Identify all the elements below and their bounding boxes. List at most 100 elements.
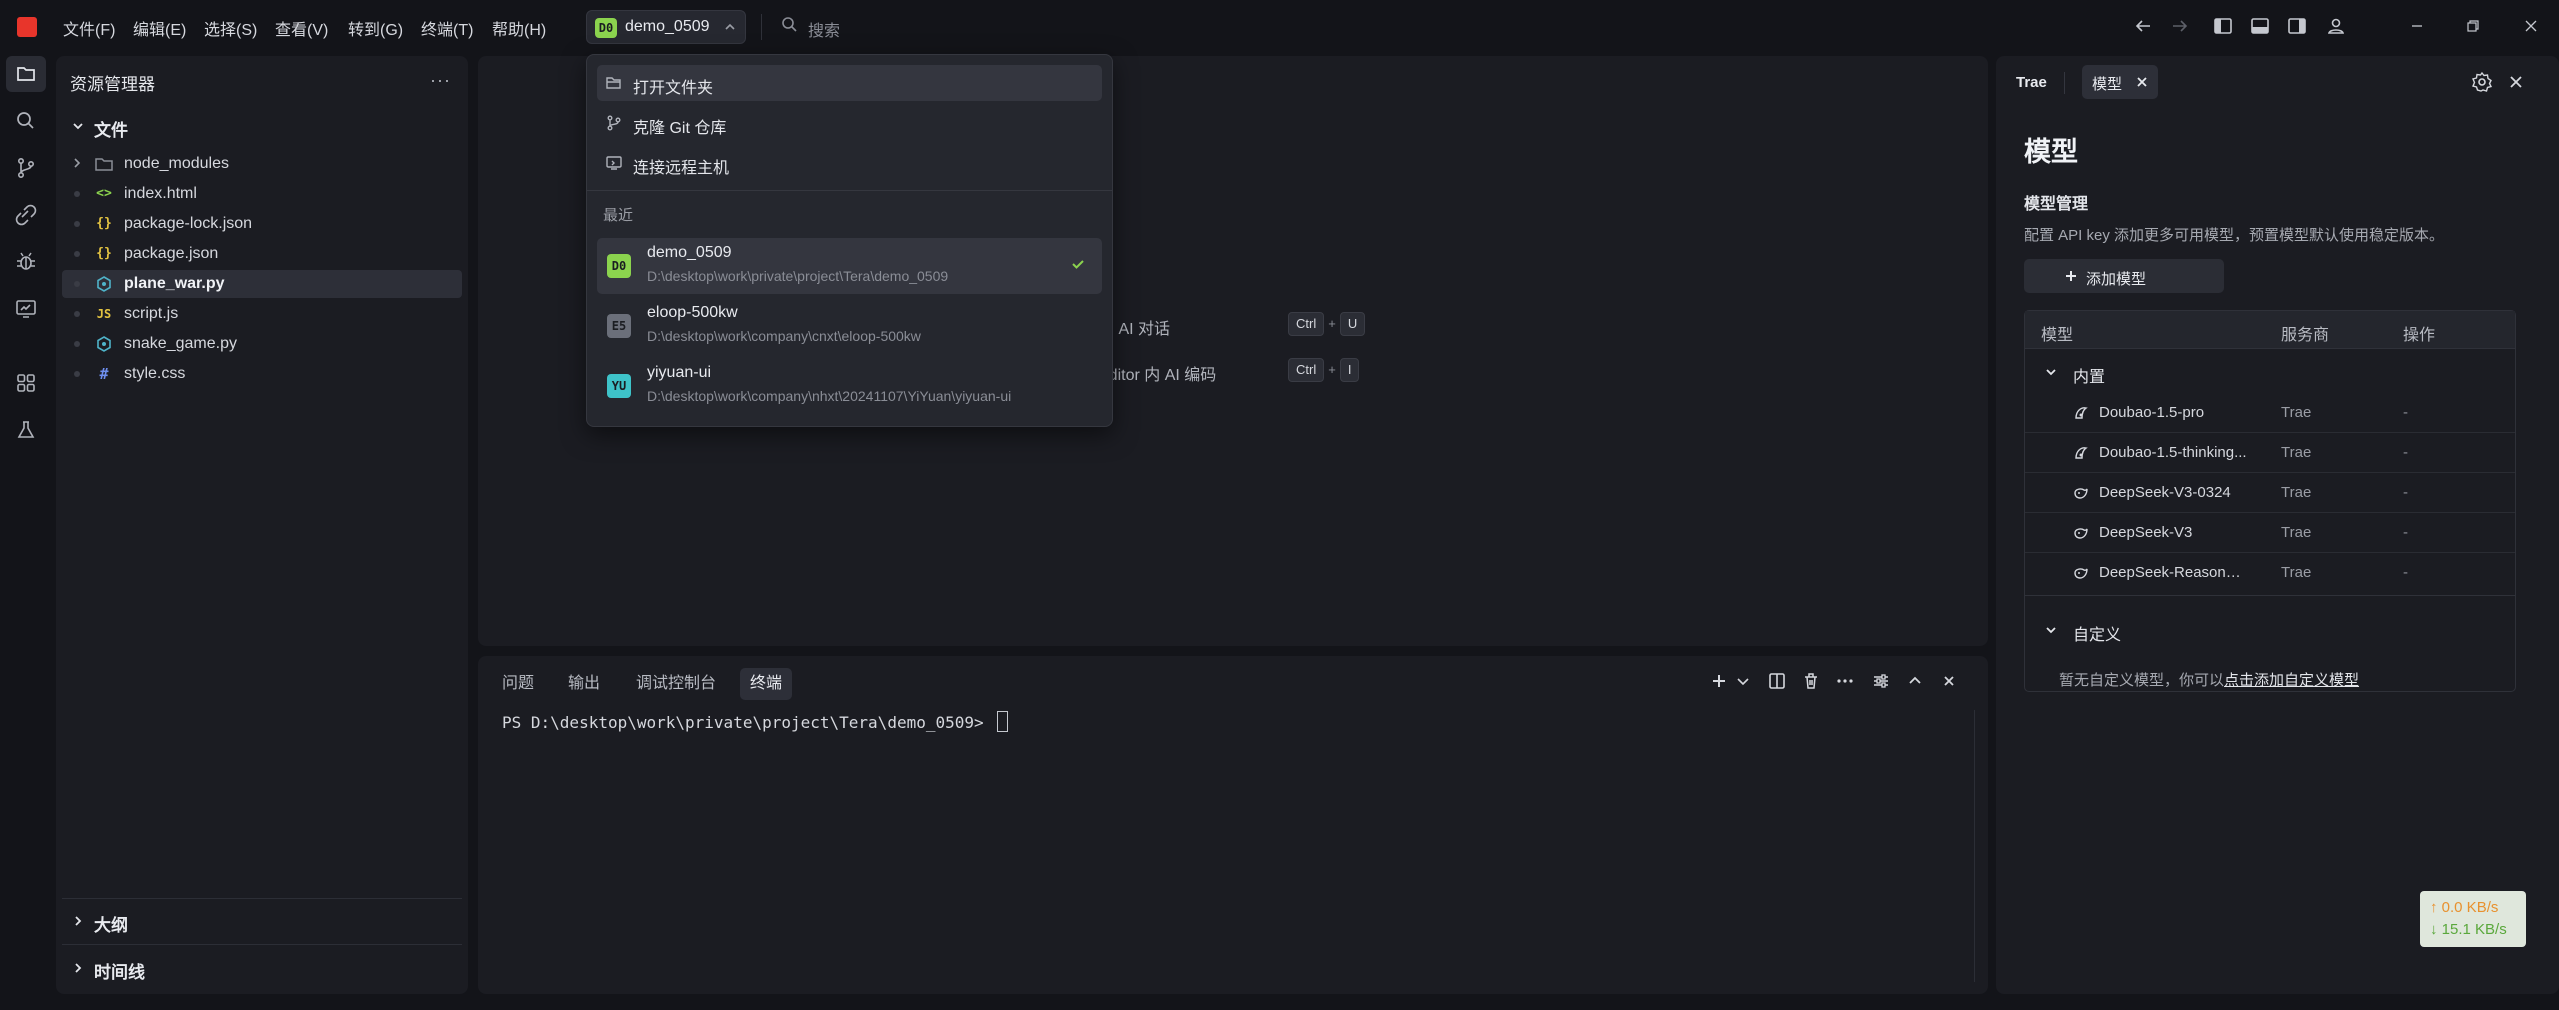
chevron-right-icon[interactable] (70, 960, 86, 976)
terminal-scrollbar-track[interactable] (1974, 710, 1975, 982)
remote-connection-icon[interactable] (13, 202, 39, 228)
group-custom[interactable]: 自定义 (2025, 611, 2515, 649)
explorer-panel: 资源管理器 ··· 文件 node_modules <> index.html … (56, 56, 468, 994)
menu-edit[interactable]: 编辑(E) (133, 16, 186, 40)
terminal-settings-icon[interactable] (1870, 670, 1892, 692)
tree-item-script-js[interactable]: JS script.js (62, 300, 462, 328)
menu-item-label: 连接远程主机 (633, 160, 730, 177)
search-icon[interactable] (13, 108, 39, 134)
toggle-panel-icon[interactable] (2248, 14, 2272, 38)
model-action: - (2403, 484, 2408, 501)
chevron-right-icon[interactable] (70, 913, 86, 929)
checkmark-icon (1070, 256, 1086, 272)
menu-terminal[interactable]: 终端(T) (421, 16, 473, 40)
tab-terminal[interactable]: 终端 (740, 668, 793, 700)
tab-model[interactable]: 模型 (2082, 65, 2158, 99)
explorer-files-icon[interactable] (13, 61, 39, 87)
tree-indent-dot (74, 371, 80, 377)
table-row[interactable]: Doubao-1.5-thinking... Trae - (2025, 433, 2515, 473)
menu-selection[interactable]: 选择(S) (204, 16, 257, 40)
terminal-output[interactable]: PS D:\desktop\work\private\project\Tera\… (502, 711, 1009, 732)
outline-section-header[interactable]: 大纲 (94, 911, 128, 936)
tree-item-style-css[interactable]: # style.css (62, 360, 462, 388)
add-custom-model-link[interactable]: 点击添加自定义模型 (2224, 672, 2359, 689)
clone-git-repo-menu-item[interactable]: 克隆 Git 仓库 (597, 105, 1102, 141)
testing-flask-icon[interactable] (13, 417, 39, 443)
tab-problems[interactable]: 问题 (492, 668, 544, 700)
status-bar (0, 1002, 2559, 1010)
maximize-panel-chevron-up-icon[interactable] (1904, 670, 1926, 692)
remote-icon (605, 154, 623, 172)
files-section-header[interactable]: 文件 (94, 116, 128, 141)
table-row[interactable]: DeepSeek-Reasoner... Trae - (2025, 553, 2515, 593)
tree-item-package-json[interactable]: {} package.json (62, 240, 462, 268)
menu-view[interactable]: 查看(V) (275, 16, 328, 40)
more-actions-icon[interactable] (1834, 670, 1856, 692)
search-icon[interactable] (780, 14, 800, 34)
recent-project-item[interactable]: E5 eloop-500kw D:\desktop\work\company\c… (597, 298, 1102, 354)
recent-project-item[interactable]: D0 demo_0509 D:\desktop\work\private\pro… (597, 238, 1102, 294)
tree-item-node-modules[interactable]: node_modules (62, 150, 462, 178)
chevron-right-icon (70, 156, 84, 170)
add-model-label: 添加模型 (2086, 271, 2147, 288)
search-input[interactable]: 搜索 (808, 17, 840, 41)
menu-help[interactable]: 帮助(H) (492, 16, 546, 40)
model-name: DeepSeek-V3-0324 (2099, 484, 2231, 501)
shortcut-ai-code-keys: Ctrl + I (1288, 358, 1360, 382)
tree-item-package-lock-json[interactable]: {} package-lock.json (62, 210, 462, 238)
close-panel-icon[interactable] (2506, 72, 2526, 92)
split-terminal-icon[interactable] (1766, 670, 1788, 692)
tree-item-snake-game-py[interactable]: snake_game.py (62, 330, 462, 358)
account-icon[interactable] (2324, 14, 2348, 38)
doubao-logo-icon (2073, 445, 2089, 461)
open-folder-menu-item[interactable]: 打开文件夹 (597, 65, 1102, 101)
forward-arrow-icon[interactable] (2168, 14, 2192, 38)
table-row[interactable]: Doubao-1.5-pro Trae - (2025, 393, 2515, 433)
minimize-icon[interactable] (2405, 14, 2429, 38)
add-model-button[interactable]: 添加模型 (2024, 259, 2224, 293)
model-provider: Trae (2281, 564, 2312, 581)
chevron-down-icon[interactable] (1732, 670, 1754, 692)
trash-icon[interactable] (1800, 670, 1822, 692)
recent-project-item[interactable]: YU yiyuan-ui D:\desktop\work\company\nhx… (597, 358, 1102, 414)
shortcut-ai-chat-keys: Ctrl + U (1288, 312, 1366, 336)
model-action: - (2403, 564, 2408, 581)
menu-item-label: 打开文件夹 (633, 80, 714, 97)
tree-item-label: node_modules (124, 155, 229, 172)
group-builtin[interactable]: 内置 (2025, 353, 2515, 391)
plus-icon (2064, 264, 2078, 288)
terminal-cursor (997, 711, 1009, 732)
source-control-icon[interactable] (13, 155, 39, 181)
tab-debug-console[interactable]: 调试控制台 (626, 668, 726, 700)
restore-icon[interactable] (2461, 14, 2485, 38)
project-name: demo_0509 (647, 244, 732, 261)
gear-icon[interactable] (2470, 70, 2494, 94)
close-panel-icon[interactable] (1938, 670, 1960, 692)
project-switcher-button[interactable]: D0 demo_0509 (586, 10, 746, 44)
css-icon: # (99, 365, 109, 383)
connect-remote-host-menu-item[interactable]: 连接远程主机 (597, 145, 1102, 181)
chevron-down-icon[interactable] (70, 118, 86, 134)
toggle-right-panel-icon[interactable] (2285, 14, 2309, 38)
toggle-sidebar-icon[interactable] (2211, 14, 2235, 38)
new-terminal-plus-icon[interactable] (1708, 670, 1730, 692)
tree-item-index-html[interactable]: <> index.html (62, 180, 462, 208)
extensions-icon[interactable] (13, 370, 39, 396)
table-row[interactable]: DeepSeek-V3 Trae - (2025, 513, 2515, 553)
tab-output[interactable]: 输出 (558, 668, 610, 700)
table-row[interactable]: DeepSeek-V3-0324 Trae - (2025, 473, 2515, 513)
back-arrow-icon[interactable] (2131, 14, 2155, 38)
tree-item-plane-war-py[interactable]: plane_war.py (62, 270, 462, 298)
close-window-icon[interactable] (2519, 14, 2543, 38)
debug-bug-icon[interactable] (13, 249, 39, 275)
page-title: 模型 (2024, 137, 2078, 167)
title-bar: 文件(F) 编辑(E) 选择(S) 查看(V) 转到(G) 终端(T) 帮助(H… (0, 0, 2559, 54)
menu-file[interactable]: 文件(F) (63, 16, 115, 40)
close-tab-icon[interactable] (2134, 74, 2150, 90)
explorer-more-button[interactable]: ··· (430, 70, 451, 91)
menu-go[interactable]: 转到(G) (348, 16, 403, 40)
timeline-section-header[interactable]: 时间线 (94, 958, 145, 983)
tab-trae[interactable]: Trae (2016, 74, 2047, 91)
preview-monitor-icon[interactable] (13, 296, 39, 322)
deepseek-whale-icon (2073, 565, 2089, 581)
